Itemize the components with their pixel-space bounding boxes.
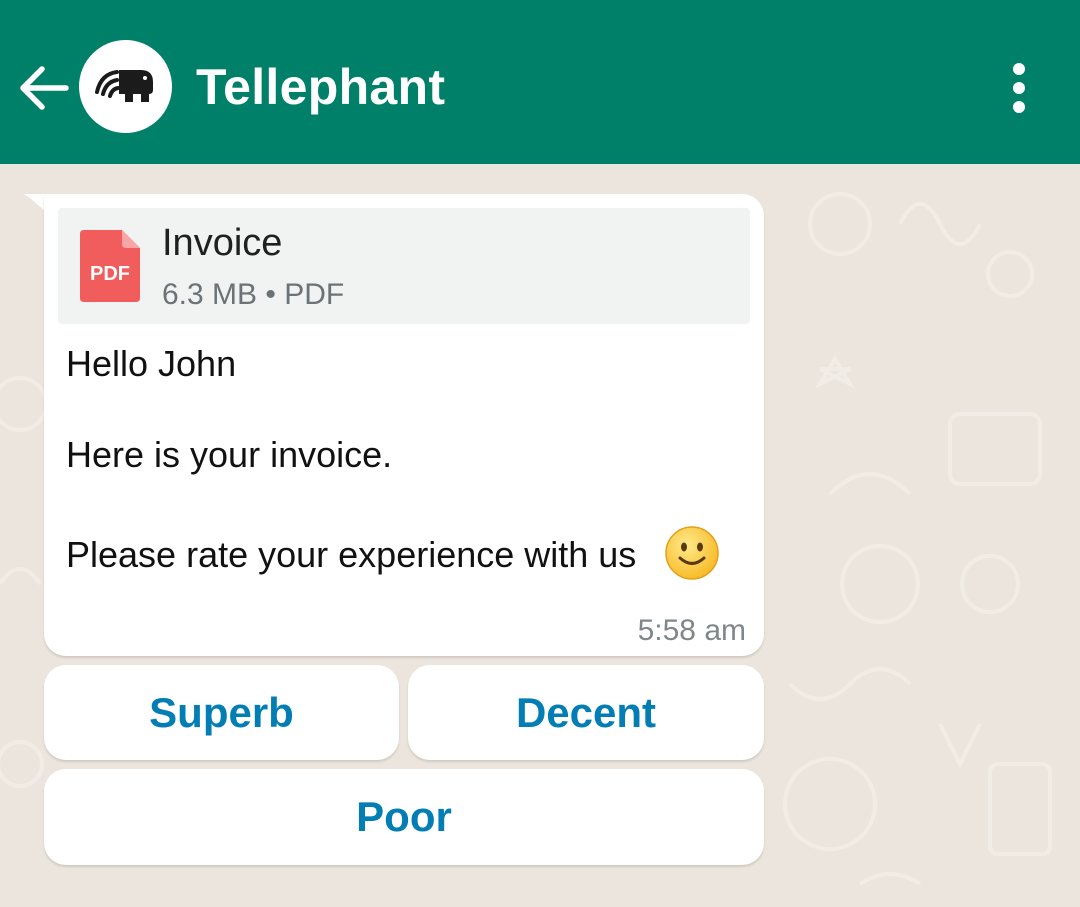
menu-button[interactable]: [998, 60, 1040, 116]
chat-title[interactable]: Tellephant: [196, 58, 445, 116]
pdf-icon-label: PDF: [90, 263, 130, 285]
message-line: Hello John: [66, 343, 237, 384]
back-button[interactable]: [14, 58, 74, 118]
message-bubble[interactable]: PDF Invoice 6.3 MB • PDF Hello John Here…: [44, 194, 764, 656]
arrow-left-icon: [20, 66, 69, 110]
message-line: Here is your invoice.: [66, 434, 393, 475]
pdf-file-icon: PDF: [80, 230, 140, 302]
slightly-smiling-face-icon: [665, 526, 719, 580]
reply-button-decent[interactable]: Decent: [408, 665, 764, 760]
reply-button-superb[interactable]: Superb: [44, 665, 399, 760]
avatar[interactable]: [79, 40, 172, 133]
reply-button-poor[interactable]: Poor: [44, 769, 764, 865]
chat-header: Tellephant: [0, 0, 1080, 164]
elephant-logo-icon: [95, 70, 153, 102]
more-vertical-icon: [1013, 63, 1025, 113]
file-meta: 6.3 MB • PDF: [162, 278, 345, 311]
message-line: Please rate your experience with us: [66, 534, 637, 575]
pdf-attachment[interactable]: PDF Invoice 6.3 MB • PDF: [58, 208, 750, 324]
message-time: 5:58 am: [637, 614, 746, 647]
file-name: Invoice: [162, 222, 283, 264]
